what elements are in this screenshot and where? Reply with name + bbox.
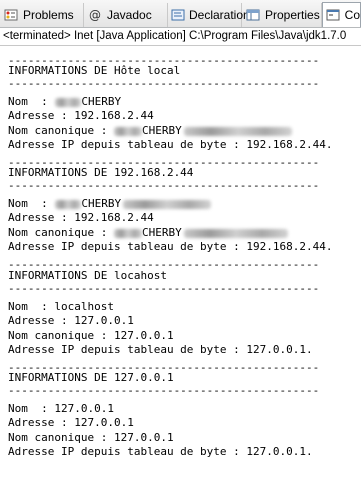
canon-label: Nom canonique : [8,226,114,239]
canonique-line: Nom canonique : 127.0.0.1 [8,329,174,342]
canon-label: Nom canonique : [8,124,114,137]
tab-label: Declaration [189,8,250,22]
nom-line: Nom : 127.0.0.1 [8,402,114,415]
tab-properties[interactable]: Properties [242,3,322,27]
tab-console[interactable]: Co [322,2,361,27]
redacted-hostname [113,126,142,136]
nom-line: Nom : CHERBY [8,197,212,211]
console-icon [326,7,341,23]
tab-javadoc[interactable]: @ Javadoc [84,3,168,27]
declaration-icon [171,7,185,23]
canonique-line: Nom canonique : 127.0.0.1 [8,431,174,444]
tab-label: Co [344,8,360,22]
adresse-line: Adresse : 192.168.2.44 [8,109,154,122]
ip-line: Adresse IP depuis tableau de byte : 192.… [8,240,333,253]
tab-problems[interactable]: Problems [0,3,84,27]
nom-line: Nom : CHERBY [8,95,121,109]
adresse-line: Adresse : 127.0.0.1 [8,314,134,327]
redacted-domain [183,228,288,238]
canon-value: CHERBY [141,226,182,239]
properties-icon [245,7,261,23]
canonique-line: Nom canonique : CHERBY [8,226,288,240]
redacted-hostname [113,228,142,238]
section-header: INFORMATIONS DE locahost [8,269,167,282]
nom-value: CHERBY [81,95,122,108]
section-header: INFORMATIONS DE Hôte local [8,64,181,77]
tab-label: Problems [23,8,74,22]
tab-label: Properties [265,8,320,22]
javadoc-icon: @ [89,8,101,22]
ip-line: Adresse IP depuis tableau de byte : 192.… [8,138,333,151]
adresse-line: Adresse : 127.0.0.1 [8,416,134,429]
nom-value: CHERBY [81,197,122,210]
separator-line: ----------------------------------------… [8,384,320,397]
ip-line: Adresse IP depuis tableau de byte : 127.… [8,445,313,458]
problems-icon [3,7,19,23]
separator-line: ----------------------------------------… [8,77,320,90]
nom-label: Nom : [8,197,55,210]
nom-line: Nom : localhost [8,300,114,313]
redacted-domain [123,199,212,209]
redacted-hostname [55,199,82,209]
section-header: INFORMATIONS DE 192.168.2.44 [8,166,194,179]
view-tab-bar: Problems @ Javadoc Declaration Propertie… [0,0,361,28]
redacted-domain [183,126,292,136]
canonique-line: Nom canonique : CHERBY [8,124,292,138]
console-output[interactable]: ----------------------------------------… [0,46,361,479]
redacted-hostname [55,97,82,107]
ip-line: Adresse IP depuis tableau de byte : 127.… [8,343,313,356]
nom-label: Nom : [8,95,55,108]
section-header: INFORMATIONS DE 127.0.0.1 [8,371,174,384]
console-status-line: <terminated> Inet [Java Application] C:\… [0,28,361,46]
separator-line: ----------------------------------------… [8,282,320,295]
tab-label: Javadoc [107,8,152,22]
adresse-line: Adresse : 192.168.2.44 [8,211,154,224]
canon-value: CHERBY [141,124,182,137]
tab-declaration[interactable]: Declaration [168,3,250,27]
separator-line: ----------------------------------------… [8,179,320,192]
